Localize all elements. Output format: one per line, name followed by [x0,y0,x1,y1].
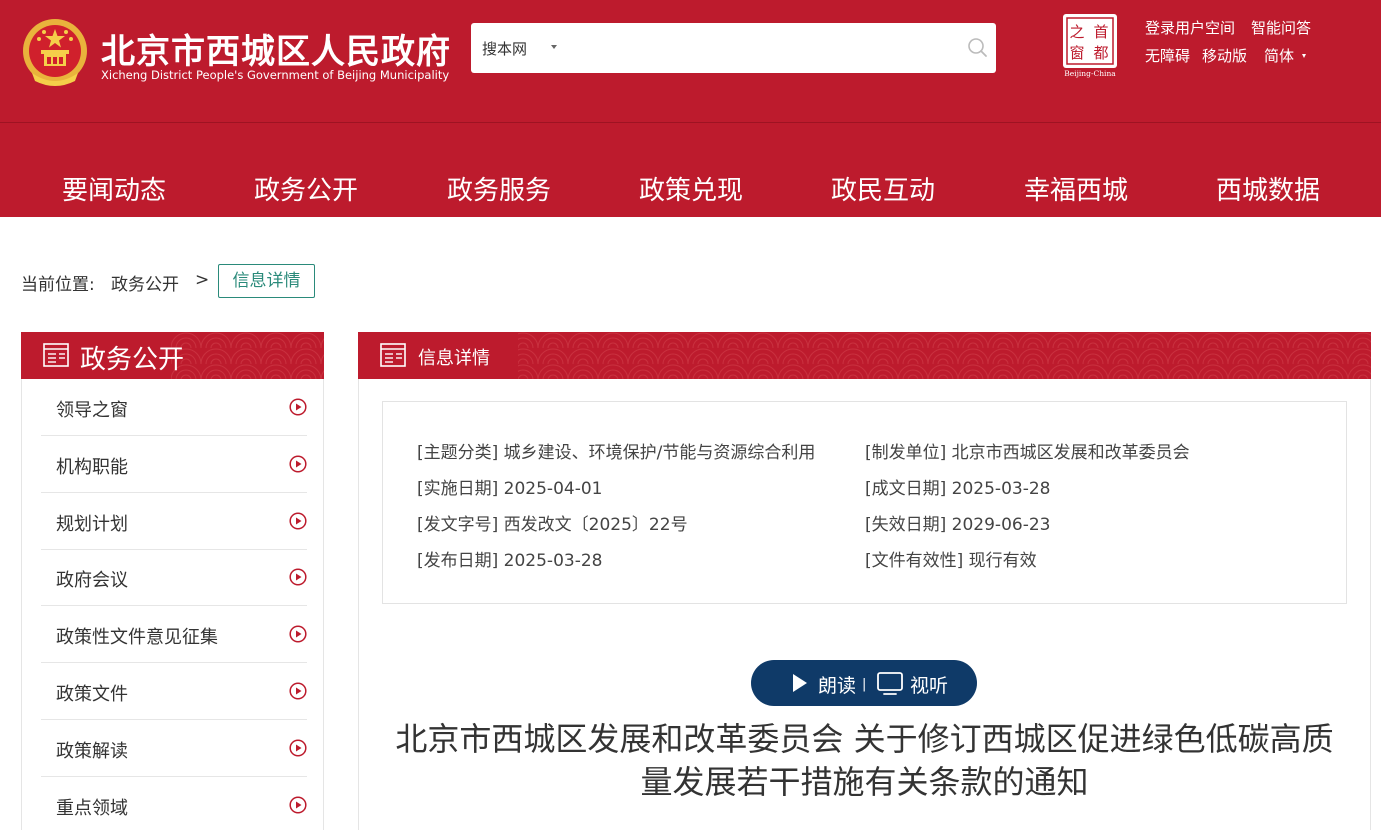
national-emblem-icon [23,19,87,86]
meta-key: [实施日期] [417,479,499,499]
document-list-icon [380,343,406,367]
site-title[interactable]: 北京市西城区人民政府 [101,24,451,73]
meta-key: [成文日期] [865,479,947,499]
chevron-down-icon[interactable] [551,45,557,49]
main-panel-title: 信息详情 [418,348,490,369]
sidebar-item-label: 政策文件 [56,684,128,705]
nav-item-news[interactable]: 要闻动态 [62,170,166,207]
search-bar: 搜本网 [471,23,996,73]
meta-doc-number: [发文字号] 西发改文〔2025〕22号 [417,510,688,535]
sidebar-item-label: 政策解读 [56,741,128,762]
sidebar-item-interpretation[interactable]: 政策解读 [41,720,307,777]
read-view-separator: | [862,677,867,692]
accessibility-link[interactable]: 无障碍 [1145,45,1190,66]
mobile-version-link[interactable]: 移动版 [1202,45,1247,66]
meta-effective-date: [实施日期] 2025-04-01 [417,474,602,499]
play-icon[interactable] [793,674,807,692]
site-header: 北京市西城区人民政府 Xicheng District People's Gov… [0,0,1381,217]
sidebar-item-policy-docs[interactable]: 政策文件 [41,663,307,720]
play-circle-icon [289,625,307,643]
search-scope-select[interactable]: 搜本网 [482,38,527,59]
sidebar-item-label: 重点领域 [56,798,128,819]
sidebar-header: 政务公开 [21,332,324,379]
sidebar-title: 政务公开 [80,345,185,375]
document-list-icon [43,343,69,367]
document-metadata [382,401,1347,604]
nav-item-happy-xicheng[interactable]: 幸福西城 [1024,170,1128,207]
nav-item-gov-services[interactable]: 政务服务 [447,170,551,207]
svg-text:之: 之 [1069,23,1084,41]
meta-validity: [文件有效性] 现行有效 [865,546,1037,571]
beijing-capital-logo[interactable]: 之 首 窗 都 Beijing-China [1060,12,1120,78]
sidebar-item-meetings[interactable]: 政府会议 [41,549,307,606]
breadcrumb-separator: > [195,270,210,290]
sidebar-item-consultation[interactable]: 政策性文件意见征集 [41,606,307,663]
monitor-icon[interactable] [876,671,904,697]
sidebar-item-leadership[interactable]: 领导之窗 [41,379,307,436]
sidebar-item-label: 政府会议 [56,570,128,591]
meta-key: [制发单位] [865,443,947,463]
search-icon[interactable] [966,36,990,60]
meta-key: [发文字号] [417,515,499,535]
meta-key: [失效日期] [865,515,947,535]
sidebar-item-functions[interactable]: 机构职能 [41,436,307,493]
caret-down-icon[interactable] [1302,54,1306,58]
language-select[interactable]: 简体 [1264,45,1294,66]
svg-text:都: 都 [1093,44,1108,62]
main-panel-header: 信息详情 [358,332,1371,379]
meta-written-date: [成文日期] 2025-03-28 [865,474,1050,499]
breadcrumb-link-gov-affairs-open[interactable]: 政务公开 [111,270,179,295]
meta-value: 2025-03-28 [951,479,1051,499]
sidebar-item-key-areas[interactable]: 重点领域 [41,777,307,830]
meta-key: [发布日期] [417,551,499,571]
sidebar-item-label: 规划计划 [56,514,128,535]
smart-qa-link[interactable]: 智能问答 [1251,17,1311,38]
meta-expiry-date: [失效日期] 2029-06-23 [865,510,1050,535]
search-input[interactable] [571,33,951,63]
svg-text:Beijing-China: Beijing-China [1064,69,1116,78]
play-circle-icon [289,455,307,473]
play-circle-icon [289,398,307,416]
read-aloud-button[interactable]: 朗读 [818,671,856,698]
breadcrumb-current: 信息详情 [218,264,315,298]
svg-text:首: 首 [1093,23,1108,41]
sidebar-item-plans[interactable]: 规划计划 [41,493,307,550]
play-circle-icon [289,568,307,586]
sidebar-item-label: 机构职能 [56,457,128,478]
play-circle-icon [289,739,307,757]
nav-item-xicheng-data[interactable]: 西城数据 [1216,170,1320,207]
meta-value: 2029-06-23 [951,515,1051,535]
audio-video-bar: 朗读 | 视听 [751,660,977,706]
nav-item-interaction[interactable]: 政民互动 [831,170,935,207]
meta-topic: [主题分类] 城乡建设、环境保护/节能与资源综合利用 [417,438,815,463]
meta-value: 2025-03-28 [503,551,603,571]
nav-item-policy-redemption[interactable]: 政策兑现 [639,170,743,207]
sidebar-menu: 领导之窗 机构职能 规划计划 政府会议 政策性文件意见征集 政策文件 政策解读 … [21,379,324,830]
meta-publish-date: [发布日期] 2025-03-28 [417,546,602,571]
breadcrumb-prefix: 当前位置: [21,275,95,295]
site-subtitle: Xicheng District People's Government of … [101,68,450,82]
meta-issuer: [制发单位] 北京市西城区发展和改革委员会 [865,438,1190,463]
wave-pattern [518,332,1371,379]
sidebar-item-label: 政策性文件意见征集 [56,627,218,648]
article-title: 北京市西城区发展和改革委员会 关于修订西城区促进绿色低碳高质量发展若干措施有关条… [395,720,1334,801]
login-link[interactable]: 登录用户空间 [1145,17,1235,38]
play-circle-icon [289,796,307,814]
meta-value: 现行有效 [968,551,1037,571]
play-circle-icon [289,512,307,530]
meta-value: 2025-04-01 [503,479,603,499]
meta-value: 西发改文〔2025〕22号 [503,515,688,535]
meta-value: 城乡建设、环境保护/节能与资源综合利用 [503,443,816,463]
sidebar-item-label: 领导之窗 [56,400,128,421]
play-circle-icon [289,682,307,700]
video-view-button[interactable]: 视听 [910,671,948,698]
header-divider [0,122,1381,123]
nav-item-gov-affairs-open[interactable]: 政务公开 [254,170,358,207]
meta-value: 北京市西城区发展和改革委员会 [951,443,1190,463]
meta-key: [文件有效性] [865,551,964,571]
meta-key: [主题分类] [417,443,499,463]
svg-text:窗: 窗 [1069,44,1084,62]
